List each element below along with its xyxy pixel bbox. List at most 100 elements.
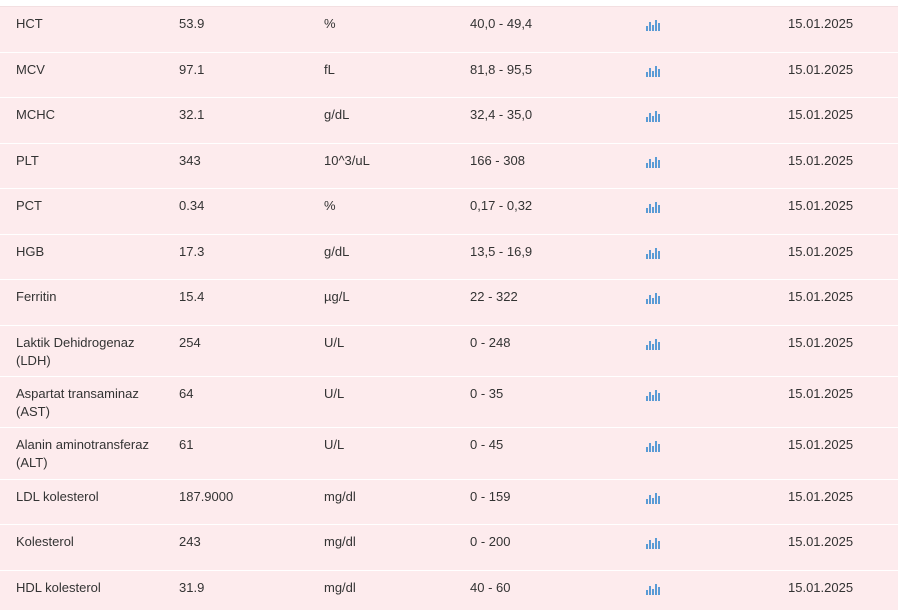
bar-chart-icon-bar [652,253,654,259]
test-name: Alanin aminotransferaz (ALT) [16,437,149,470]
result-row: PCT 0.34% 0,17 - 0,32 15.01.2025 [0,189,898,235]
bar-chart-icon[interactable] [646,439,660,452]
bar-chart-icon[interactable] [646,536,660,549]
bar-chart-icon-bar [649,540,651,549]
bar-chart-icon[interactable] [646,582,660,595]
result-unit: U/L [324,335,345,350]
bar-chart-icon-bar [658,393,660,401]
result-unit: g/dL [324,107,350,122]
result-row: Aspartat transaminaz (AST) 64 U/L 0 - 35 15.… [0,377,898,428]
reference-range: 81,8 - 95,5 [470,62,533,77]
result-row: HCT 53.9% 40,0 - 49,4 15.01.2025 [0,7,898,53]
result-value: 64 [179,386,194,401]
bar-chart-icon[interactable] [646,18,660,31]
reference-range: 0,17 - 0,32 [470,198,533,213]
test-name: MCV [16,62,45,77]
bar-chart-icon[interactable] [646,491,660,504]
bar-chart-icon-bar [652,395,654,401]
test-name: Kolesterol [16,534,74,549]
test-name: MCHC [16,107,55,122]
result-date: 15.01.2025 [788,437,854,452]
bar-chart-icon[interactable] [646,155,660,168]
bar-chart-icon[interactable] [646,337,660,350]
result-unit: mg/dl [324,534,356,549]
result-date: 15.01.2025 [788,580,854,595]
bar-chart-icon-bar [655,248,657,259]
bar-chart-icon-bar [655,339,657,350]
result-unit: U/L [324,386,345,401]
bar-chart-icon-bar [658,251,660,259]
bar-chart-icon-bar [652,25,654,31]
bar-chart-icon-bar [658,114,660,122]
result-value: 31.9 [179,580,205,595]
bar-chart-icon[interactable] [646,109,660,122]
bar-chart-icon-bar [649,443,651,452]
result-date: 15.01.2025 [788,289,854,304]
bar-chart-icon-bar [649,113,651,122]
bar-chart-icon-bar [649,295,651,304]
result-unit: U/L [324,437,345,452]
test-name: Aspartat transaminaz (AST) [16,386,139,419]
bar-chart-icon[interactable] [646,200,660,213]
bar-chart-icon-bar [646,163,648,168]
bar-chart-icon-bar [646,72,648,77]
bar-chart-icon-bar [658,296,660,304]
bar-chart-icon-bar [658,160,660,168]
bar-chart-icon-bar [649,586,651,595]
bar-chart-icon-bar [655,538,657,549]
bar-chart-icon-bar [652,498,654,504]
result-date: 15.01.2025 [788,489,854,504]
test-name: LDL kolesterol [16,489,99,504]
test-name: Laktik Dehidrogenaz (LDH) [16,335,135,368]
result-value: 32.1 [179,107,205,122]
result-row: Alanin aminotransferaz (ALT) 61 U/L 0 - 45 1… [0,428,898,480]
result-row: HGB 17.3 g/dL 13,5 - 16,9 15.01.2025 [0,235,898,280]
result-row: MCHC 32.1 g/dL 32,4 - 35,0 15.01.2025 [0,98,898,144]
reference-range: 0 - 45 [470,437,504,452]
bar-chart-icon-bar [652,344,654,350]
result-row: HDL kolesterol 31.9 mg/dl 40 - 60 15.01.2025 [0,571,898,611]
test-name: HDL kolesterol [16,580,101,595]
bar-chart-icon-bar [652,589,654,595]
result-row: LDL kolesterol 187.9000 mg/dl 0 - 159 15.01.… [0,480,898,525]
reference-range: 40 - 60 [470,580,511,595]
bar-chart-icon-bar [658,342,660,350]
result-date: 15.01.2025 [788,153,854,168]
result-date: 15.01.2025 [788,244,854,259]
bar-chart-icon-bar [649,341,651,350]
bar-chart-icon-bar [646,345,648,350]
bar-chart-icon-bar [649,68,651,77]
result-unit: µg/L [324,289,350,304]
lab-results-table: HCT 53.9% 40,0 - 49,4 15.01.2025 MCV 97.1 fL 81… [0,6,898,611]
bar-chart-icon-bar [646,254,648,259]
bar-chart-icon-bar [655,157,657,168]
result-unit: % [324,16,336,31]
bar-chart-icon[interactable] [646,246,660,259]
bar-chart-icon-bar [649,250,651,259]
bar-chart-icon-bar [655,390,657,401]
test-name: Ferritin [16,289,57,304]
bar-chart-icon-bar [655,202,657,213]
bar-chart-icon-bar [655,293,657,304]
result-value: 254 [179,335,201,350]
result-value: 0.34 [179,198,205,213]
bar-chart-icon-bar [652,71,654,77]
reference-range: 22 - 322 [470,289,518,304]
bar-chart-icon-bar [646,26,648,31]
bar-chart-icon[interactable] [646,291,660,304]
test-name: HGB [16,244,45,259]
result-unit: mg/dl [324,489,356,504]
bar-chart-icon-bar [646,117,648,122]
bar-chart-icon[interactable] [646,64,660,77]
result-date: 15.01.2025 [788,62,854,77]
result-unit: 10^3/uL [324,153,370,168]
reference-range: 0 - 35 [470,386,504,401]
bar-chart-icon-bar [652,207,654,213]
result-unit: fL [324,62,335,77]
bar-chart-icon[interactable] [646,388,660,401]
bar-chart-icon-bar [652,116,654,122]
result-unit: mg/dl [324,580,356,595]
reference-range: 13,5 - 16,9 [470,244,533,259]
bar-chart-icon-bar [646,208,648,213]
bar-chart-icon-bar [658,587,660,595]
